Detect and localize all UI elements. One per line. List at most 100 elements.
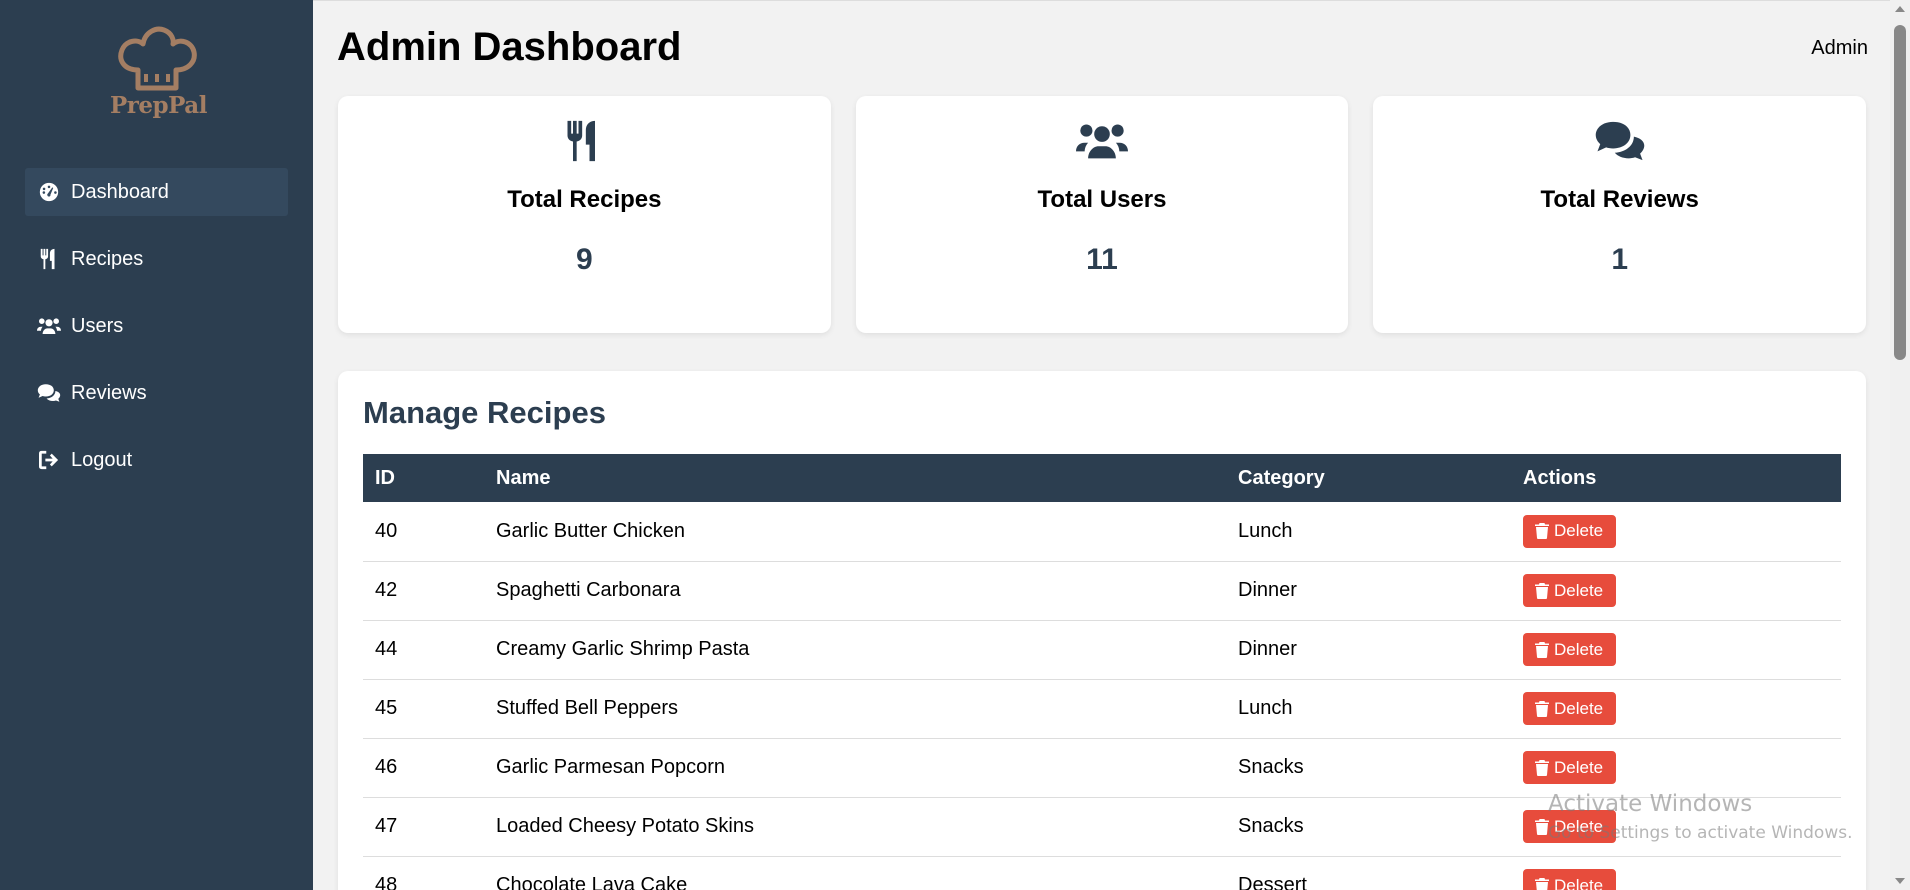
activate-windows-watermark: Activate Windows Go to Settings to activ…: [1548, 791, 1853, 843]
recipe-category: Lunch: [1226, 679, 1511, 739]
table-row: 42 Spaghetti Carbonara Dinner Delete: [363, 561, 1841, 621]
delete-button[interactable]: Delete: [1523, 514, 1617, 548]
sidebar-item-label: Logout: [71, 448, 133, 471]
sign-out-icon: [37, 449, 61, 471]
scroll-down-arrow-icon[interactable]: [1895, 878, 1905, 884]
trash-icon: [1535, 759, 1549, 776]
trash-icon: [1535, 523, 1549, 540]
recipe-id: 47: [363, 797, 484, 857]
column-header-category: Category: [1226, 454, 1511, 502]
comments-icon: [37, 382, 61, 404]
sidebar-item-label: Users: [71, 314, 124, 337]
table-row: 45 Stuffed Bell Peppers Lunch Delete: [363, 679, 1841, 739]
sidebar: PrepPal Dashboard Recipes Users Reviews: [0, 0, 313, 890]
table-row: 44 Creamy Garlic Shrimp Pasta Dinner Delete: [363, 620, 1841, 680]
recipe-name: Garlic Parmesan Popcorn: [484, 738, 1226, 798]
table-row: 48 Chocolate Lava Cake Dessert Delete: [363, 856, 1841, 890]
delete-button[interactable]: Delete: [1523, 574, 1617, 607]
stat-card-reviews: Total Reviews 1: [1373, 96, 1867, 333]
sidebar-item-label: Recipes: [71, 247, 144, 270]
column-header-id: ID: [363, 454, 484, 502]
utensils-icon: [338, 118, 831, 164]
recipe-category: Dessert: [1226, 856, 1511, 890]
sidebar-item-logout[interactable]: Logout: [25, 436, 288, 484]
delete-button-label: Delete: [1554, 639, 1604, 659]
stats-cards: Total Recipes 9 Total Users 11 Total Rev…: [338, 96, 1867, 333]
sidebar-item-label: Reviews: [71, 381, 147, 404]
stat-value: 11: [1086, 243, 1118, 276]
stat-title: Total Recipes: [507, 186, 662, 213]
table-row: 40 Garlic Butter Chicken Lunch Delete: [363, 502, 1841, 562]
delete-button-label: Delete: [1554, 580, 1604, 600]
recipe-name: Loaded Cheesy Potato Skins: [484, 797, 1226, 857]
trash-icon: [1535, 818, 1549, 835]
watermark-title: Activate Windows: [1548, 791, 1753, 817]
recipe-id: 44: [363, 620, 484, 680]
recipe-actions: Delete: [1511, 561, 1841, 621]
stat-title: Total Users: [1037, 186, 1167, 213]
trash-icon: [1535, 700, 1549, 717]
recipe-category: Snacks: [1226, 797, 1511, 857]
delete-button[interactable]: Delete: [1523, 869, 1617, 890]
delete-button[interactable]: Delete: [1523, 751, 1617, 784]
recipe-category: Dinner: [1226, 561, 1511, 621]
watermark-subtitle: Go to Settings to activate Windows.: [1548, 823, 1853, 843]
recipe-category: Snacks: [1226, 738, 1511, 798]
app-logo[interactable]: PrepPal: [110, 26, 207, 122]
sidebar-item-dashboard[interactable]: Dashboard: [25, 168, 288, 216]
table-row: 46 Garlic Parmesan Popcorn Snacks Delete: [363, 738, 1841, 798]
sidebar-item-users[interactable]: Users: [25, 302, 288, 350]
stat-value: 1: [1611, 243, 1629, 276]
recipe-actions: Delete: [1511, 620, 1841, 680]
section-title: Manage Recipes: [363, 395, 606, 430]
recipe-category: Lunch: [1226, 502, 1511, 562]
recipe-name: Chocolate Lava Cake: [484, 856, 1226, 890]
recipe-id: 45: [363, 679, 484, 739]
stat-title: Total Reviews: [1540, 186, 1699, 213]
column-header-name: Name: [484, 454, 1226, 502]
logo-text: PrepPal: [110, 92, 207, 119]
recipe-name: Spaghetti Carbonara: [484, 561, 1226, 621]
sidebar-nav: Dashboard Recipes Users Reviews Logout: [25, 168, 288, 503]
recipe-id: 42: [363, 561, 484, 621]
page-title: Admin Dashboard: [337, 25, 682, 69]
delete-button[interactable]: Delete: [1523, 692, 1617, 725]
recipe-actions: Delete: [1511, 679, 1841, 739]
stat-value: 9: [575, 243, 593, 276]
sidebar-item-reviews[interactable]: Reviews: [25, 369, 288, 417]
recipe-id: 40: [363, 502, 484, 562]
recipe-actions: Delete: [1511, 738, 1841, 798]
recipe-actions: Delete: [1511, 502, 1841, 562]
recipe-id: 48: [363, 856, 484, 890]
recipe-name: Stuffed Bell Peppers: [484, 679, 1226, 739]
recipe-name: Garlic Butter Chicken: [484, 502, 1226, 562]
comments-icon: [1373, 118, 1866, 164]
scrollbar-thumb[interactable]: [1894, 25, 1906, 360]
chef-hat-icon: [118, 26, 197, 91]
column-header-actions: Actions: [1511, 454, 1841, 502]
stat-card-recipes: Total Recipes 9: [338, 96, 831, 333]
dashboard-icon: [37, 181, 61, 203]
recipe-name: Creamy Garlic Shrimp Pasta: [484, 620, 1226, 680]
user-name[interactable]: Admin: [1811, 37, 1868, 60]
users-icon: [37, 315, 61, 337]
delete-button-label: Delete: [1554, 757, 1604, 777]
trash-icon: [1535, 641, 1549, 658]
main-content: Admin Dashboard Admin Total Recipes 9 To…: [313, 0, 1890, 890]
delete-button-label: Delete: [1554, 698, 1604, 718]
delete-button[interactable]: Delete: [1523, 633, 1617, 666]
delete-button-label: Delete: [1554, 521, 1604, 541]
vertical-scrollbar[interactable]: [1890, 0, 1910, 890]
scroll-up-arrow-icon[interactable]: [1895, 6, 1905, 12]
sidebar-item-recipes[interactable]: Recipes: [25, 235, 288, 283]
users-icon: [856, 118, 1349, 164]
recipe-actions: Delete: [1511, 856, 1841, 890]
stat-card-users: Total Users 11: [855, 96, 1349, 333]
recipe-id: 46: [363, 738, 484, 798]
delete-button-label: Delete: [1554, 875, 1604, 890]
table-header-row: ID Name Category Actions: [363, 454, 1841, 502]
recipe-category: Dinner: [1226, 620, 1511, 680]
trash-icon: [1535, 582, 1549, 599]
sidebar-item-label: Dashboard: [71, 180, 169, 203]
utensils-icon: [37, 248, 61, 270]
